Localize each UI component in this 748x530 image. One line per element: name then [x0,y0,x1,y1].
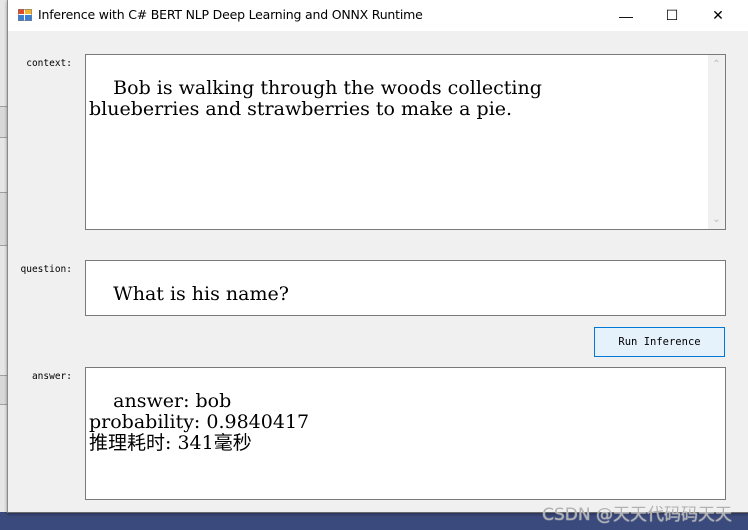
minimize-button[interactable]: — [603,0,649,31]
app-icon [18,9,32,21]
answer-text: answer: bob probability: 0.9840417 推理耗时:… [89,390,310,454]
watermark: CSDN @天天代码码天天 [542,505,732,525]
run-inference-button[interactable]: Run Inference [594,327,725,357]
minimize-icon: — [619,7,633,24]
scroll-down-icon[interactable]: ⌄ [708,211,725,228]
context-textarea[interactable]: Bob is walking through the woods collect… [85,54,726,230]
window-title: Inference with C# BERT NLP Deep Learning… [38,7,423,22]
title-bar[interactable]: Inference with C# BERT NLP Deep Learning… [8,0,748,31]
context-label: context: [26,58,72,69]
maximize-button[interactable]: ☐ [649,0,695,31]
app-window: Inference with C# BERT NLP Deep Learning… [7,0,748,513]
question-label: question: [20,264,72,275]
maximize-icon: ☐ [665,7,679,23]
context-scrollbar[interactable]: ⌃ ⌄ [708,55,725,229]
question-text: What is his name? [113,283,289,305]
question-input[interactable]: What is his name? [85,260,726,316]
close-icon: ✕ [712,7,724,23]
context-text: Bob is walking through the woods collect… [89,77,542,120]
answer-textarea[interactable]: answer: bob probability: 0.9840417 推理耗时:… [85,367,726,500]
run-inference-label: Run Inference [618,336,701,348]
scroll-up-icon[interactable]: ⌃ [708,56,725,73]
answer-label: answer: [31,371,72,382]
close-button[interactable]: ✕ [695,0,741,31]
